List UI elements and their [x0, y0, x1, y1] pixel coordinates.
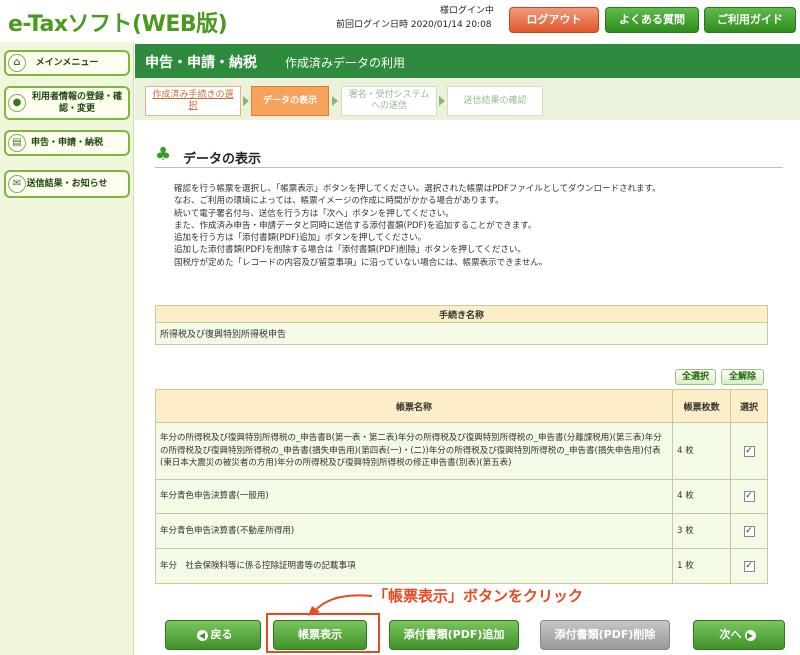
procedure-name: 所得税及び復興特別所得税申告 — [155, 322, 768, 345]
deselect-all-button[interactable]: 全解除 — [721, 369, 764, 385]
procedure-table: 手続き名称 所得税及び復興特別所得税申告 — [155, 305, 768, 345]
page-title-bar: 申告・申請・納税 作成済みデータの利用 — [135, 44, 800, 78]
user-name-mask — [336, 4, 440, 17]
last-login: 前回ログイン日時 2020/01/14 20:08 — [336, 20, 492, 30]
table-row: 年分青色申告決算書(一般用) 4 枚 ✓ — [154, 479, 768, 514]
form-count: 1 枚 — [672, 548, 732, 584]
step-select-procedure[interactable]: 作成済み手続きの選択 — [145, 86, 241, 116]
form-select-cell: ✓ — [730, 422, 768, 480]
form-select-cell: ✓ — [730, 479, 768, 514]
instruction-line: なお、ご利用の環境によっては、帳票イメージの作成に時間がかかる場合があります。 — [174, 196, 504, 207]
guide-button[interactable]: ご利用ガイド — [704, 7, 796, 33]
column-header-select: 選択 — [730, 389, 768, 423]
logout-button[interactable]: ログアウト — [509, 7, 599, 33]
page-title: 申告・申請・納税 — [145, 55, 257, 71]
faq-button[interactable]: よくある質問 — [605, 7, 699, 33]
instructions: 確認を行う帳票を選択し、「帳票表示」ボタンを押してください。選択された帳票はPD… — [174, 183, 774, 269]
form-count: 4 枚 — [672, 479, 732, 514]
next-button[interactable]: 次へ ▶ — [693, 620, 785, 650]
sidebar: ⌂ メインメニュー ● 利用者情報の登録・確認・変更 ▤ 申告・申請・納税 ✉ … — [0, 42, 134, 655]
show-form-button[interactable]: 帳票表示 — [273, 620, 367, 650]
delete-pdf-button[interactable]: 添付書類(PDF)削除 — [540, 620, 670, 650]
section-title: データの表示 — [183, 152, 262, 167]
back-arrow-icon: ◀ — [196, 629, 208, 641]
login-info: 様ログイン中 前回ログイン日時 2020/01/14 20:08 — [336, 4, 504, 32]
instruction-line: また、作成済み申告・申請データと同時に送信する添付書類(PDF)を追加することが… — [174, 220, 537, 231]
form-checkbox[interactable]: ✓ — [743, 560, 755, 572]
procedure-header: 手続き名称 — [155, 305, 768, 323]
document-icon: ▤ — [8, 134, 26, 152]
header: e-Taxソフト(WEB版) 様ログイン中 前回ログイン日時 2020/01/1… — [0, 0, 800, 42]
instruction-line: 国税庁が定めた「レコードの内容及び留意事項」に沿っていない場合には、帳票表示でき… — [174, 257, 548, 268]
back-button[interactable]: ◀ 戻る — [165, 620, 261, 650]
select-all-button[interactable]: 全選択 — [675, 369, 716, 385]
form-name: 年分の所得税及び復興特別所得税の_申告書B(第一表・第二表)年分の所得税及び復興… — [154, 422, 674, 480]
instruction-line: 追加を行う方は「添付書類(PDF)追加」ボタンを押してください。 — [174, 233, 427, 244]
forms-table: 帳票名称 帳票枚数 選択 年分の所得税及び復興特別所得税の_申告書B(第一表・第… — [154, 389, 768, 584]
instruction-line: 続いて電子署名付与、送信を行う方は「次へ」ボタンを押してください。 — [174, 208, 454, 219]
sidebar-item-label: 送信結果・お知らせ — [26, 179, 108, 189]
back-label: 戻る — [210, 628, 233, 641]
table-row: 年分 社会保険料等に係る控除証明書等の記載事項 1 枚 ✓ — [154, 548, 768, 584]
user-icon: ● — [8, 94, 26, 112]
clover-icon: ♣ — [155, 144, 172, 165]
sidebar-item-main-menu[interactable]: ⌂ メインメニュー — [4, 50, 130, 76]
sidebar-item-label: メインメニュー — [35, 58, 99, 68]
step-result: 送信結果の確認 — [447, 86, 543, 116]
sidebar-item-results[interactable]: ✉ 送信結果・お知らせ — [4, 170, 130, 198]
table-row: 年分青色申告決算書(不動産所得用) 3 枚 ✓ — [154, 513, 768, 549]
section-heading: ♣ データの表示 — [155, 144, 783, 168]
step-send: 署名・受付システムへの送信 — [341, 86, 437, 116]
mail-icon: ✉ — [8, 175, 26, 193]
form-select-cell: ✓ — [730, 513, 768, 549]
column-header-count: 帳票枚数 — [672, 389, 732, 423]
app-logo: e-Taxソフト(WEB版) — [8, 12, 228, 37]
form-checkbox[interactable]: ✓ — [743, 491, 755, 503]
form-count: 4 枚 — [672, 422, 732, 480]
page-subtitle: 作成済みデータの利用 — [285, 56, 406, 70]
annotation-text: 「帳票表示」ボタンをクリック — [373, 587, 584, 605]
add-pdf-button[interactable]: 添付書類(PDF)追加 — [389, 620, 519, 650]
form-count: 3 枚 — [672, 513, 732, 549]
sidebar-item-label: 申告・申請・納税 — [30, 138, 103, 148]
home-icon: ⌂ — [8, 54, 26, 72]
form-name: 年分青色申告決算書(不動産所得用) — [154, 513, 674, 549]
step-show-data: データの表示 — [251, 86, 329, 116]
table-row: 年分の所得税及び復興特別所得税の_申告書B(第一表・第二表)年分の所得税及び復興… — [154, 422, 768, 480]
step-indicator: 作成済み手続きの選択 データの表示 署名・受付システムへの送信 送信結果の確認 — [135, 78, 800, 120]
step-arrow-icon — [332, 96, 338, 106]
form-checkbox[interactable]: ✓ — [743, 445, 755, 457]
sidebar-item-label: 利用者情報の登録・確認・変更 — [31, 92, 122, 114]
form-name: 年分青色申告決算書(一般用) — [154, 479, 674, 514]
login-status: 様ログイン中 — [440, 6, 495, 16]
sidebar-item-user-info[interactable]: ● 利用者情報の登録・確認・変更 — [4, 86, 130, 120]
form-select-cell: ✓ — [730, 548, 768, 584]
form-name: 年分 社会保険料等に係る控除証明書等の記載事項 — [154, 548, 674, 584]
step-arrow-icon — [439, 96, 445, 106]
next-label: 次へ — [719, 628, 742, 641]
instruction-line: 追加した添付書類(PDF)を削除する場合は「添付書類(PDF)削除」ボタンを押し… — [174, 245, 526, 256]
next-arrow-icon: ▶ — [744, 629, 756, 641]
instruction-line: 確認を行う帳票を選択し、「帳票表示」ボタンを押してください。選択された帳票はPD… — [174, 184, 661, 194]
sidebar-item-filing[interactable]: ▤ 申告・申請・納税 — [4, 130, 130, 156]
form-checkbox[interactable]: ✓ — [743, 525, 755, 537]
step-arrow-icon — [243, 96, 249, 106]
column-header-form-name: 帳票名称 — [154, 389, 674, 423]
